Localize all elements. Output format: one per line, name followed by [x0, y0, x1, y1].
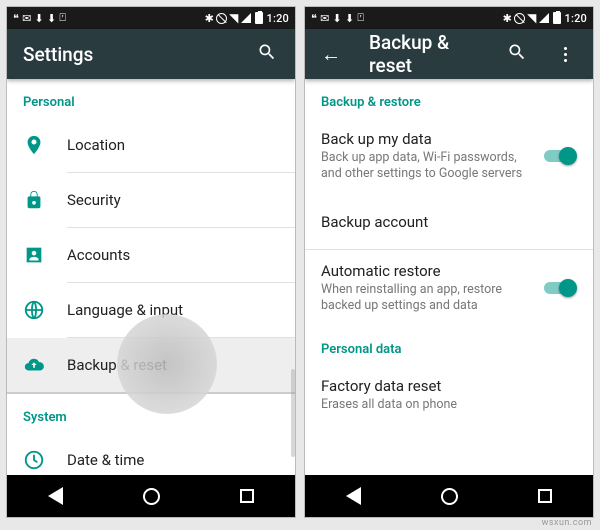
status-bar: ❝ ✉ ⬇ ⬇ ⍞ ✱ ◥ 1:20 — [7, 7, 295, 29]
signal-icon — [241, 13, 251, 23]
nav-home-button[interactable] — [141, 486, 161, 506]
back-button[interactable]: ← — [321, 42, 345, 67]
gmail-icon: ✉ — [320, 12, 329, 25]
row-backup-my-data[interactable]: Back up my data Back up app data, Wi-Fi … — [305, 118, 593, 195]
row-label: Location — [67, 136, 271, 154]
location-icon — [23, 134, 45, 156]
download-icon: ⬇ — [333, 12, 342, 25]
section-header-system: System — [7, 394, 295, 433]
row-factory-reset[interactable]: Factory data reset Erases all data on ph… — [305, 365, 593, 425]
wifi-icon: ◥ — [229, 12, 238, 24]
row-backup-reset[interactable]: Backup & reset — [7, 338, 295, 392]
nav-recent-button[interactable] — [535, 486, 555, 506]
hangouts-icon: ❝ — [13, 12, 19, 25]
row-location[interactable]: Location — [7, 118, 295, 172]
nav-back-button[interactable] — [45, 486, 65, 506]
row-subtitle: When reinstalling an app, restore backed… — [321, 282, 533, 315]
toggle-automatic-restore[interactable] — [541, 278, 577, 298]
no-sim-icon — [216, 13, 227, 24]
row-label: Language & input — [67, 301, 271, 319]
nav-bar — [7, 475, 295, 517]
status-clock: 1:20 — [565, 12, 587, 25]
row-backup-account[interactable]: Backup account — [305, 195, 593, 249]
hangouts-icon: ❝ — [311, 12, 317, 25]
row-label: Accounts — [67, 246, 271, 264]
nav-recent-button[interactable] — [237, 486, 257, 506]
signal-icon — [539, 13, 549, 23]
bluetooth-icon: ✱ — [503, 12, 512, 25]
overflow-menu-button[interactable] — [553, 47, 577, 62]
row-label: Automatic restore — [321, 262, 533, 280]
row-subtitle: Erases all data on phone — [321, 397, 569, 413]
row-automatic-restore[interactable]: Automatic restore When reinstalling an a… — [305, 250, 593, 327]
row-label: Date & time — [67, 451, 271, 469]
row-date-time[interactable]: Date & time — [7, 433, 295, 475]
row-label: Factory data reset — [321, 377, 569, 395]
page-title: Backup & reset — [369, 31, 481, 77]
section-header-personal-data: Personal data — [305, 326, 593, 365]
toggle-backup-my-data[interactable] — [541, 146, 577, 166]
nav-home-button[interactable] — [439, 486, 459, 506]
watermark: wsxun.com — [542, 518, 592, 528]
translate-icon: ⍞ — [59, 11, 66, 25]
row-label: Backup account — [321, 213, 569, 231]
scrollbar[interactable] — [291, 369, 295, 457]
section-header-backup: Backup & restore — [305, 79, 593, 118]
row-label: Back up my data — [321, 130, 533, 148]
account-icon — [23, 244, 45, 266]
status-bar: ❝ ✉ ⬇ ⬇ ⍞ ✱ ◥ 1:20 — [305, 7, 593, 29]
phone-backup-reset: ❝ ✉ ⬇ ⬇ ⍞ ✱ ◥ 1:20 ← Backup & reset — [304, 6, 594, 518]
appbar-settings: Settings — [7, 29, 295, 79]
row-subtitle: Back up app data, Wi-Fi passwords, and o… — [321, 150, 533, 183]
row-label: Security — [67, 191, 271, 209]
page-title: Settings — [23, 43, 231, 66]
row-label: Backup & reset — [67, 356, 271, 374]
appbar-backup: ← Backup & reset — [305, 29, 593, 79]
search-button[interactable] — [505, 42, 529, 66]
download-icon: ⬇ — [345, 12, 354, 25]
section-header-personal: Personal — [7, 79, 295, 118]
status-clock: 1:20 — [267, 12, 289, 25]
globe-icon — [23, 299, 45, 321]
bluetooth-icon: ✱ — [205, 12, 214, 25]
row-security[interactable]: Security — [7, 173, 295, 227]
cloud-up-icon — [23, 354, 45, 376]
gmail-icon: ✉ — [22, 12, 31, 25]
download-icon: ⬇ — [35, 12, 44, 25]
nav-bar — [305, 475, 593, 517]
backup-list: Backup & restore Back up my data Back up… — [305, 79, 593, 475]
wifi-icon: ◥ — [527, 12, 536, 24]
row-language[interactable]: Language & input — [7, 283, 295, 337]
lock-icon — [23, 189, 45, 211]
nav-back-button[interactable] — [343, 486, 363, 506]
settings-list: Personal Location Security Accounts Lang… — [7, 79, 295, 475]
no-sim-icon — [514, 13, 525, 24]
download-icon: ⬇ — [47, 12, 56, 25]
phone-settings: ❝ ✉ ⬇ ⬇ ⍞ ✱ ◥ 1:20 Settings Personal — [6, 6, 296, 518]
clock-icon — [23, 449, 45, 471]
translate-icon: ⍞ — [357, 11, 364, 25]
battery-icon — [255, 12, 263, 24]
battery-icon — [553, 12, 561, 24]
search-button[interactable] — [255, 42, 279, 66]
row-accounts[interactable]: Accounts — [7, 228, 295, 282]
